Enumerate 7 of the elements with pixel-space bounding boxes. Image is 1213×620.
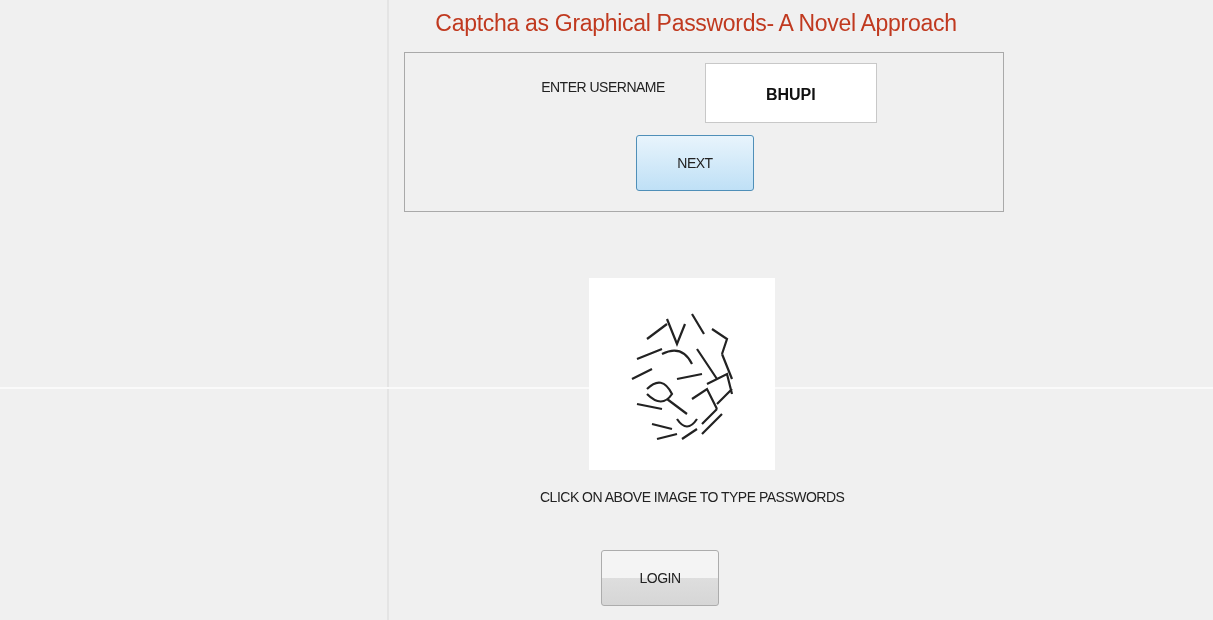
captcha-image[interactable] bbox=[589, 278, 775, 470]
app-title: Captcha as Graphical Passwords- A Novel Approach bbox=[434, 10, 958, 36]
next-button[interactable]: NEXT bbox=[636, 135, 754, 191]
captcha-caption: CLICK ON ABOVE IMAGE TO TYPE PASSWORDS bbox=[540, 489, 846, 505]
login-button[interactable]: LOGIN bbox=[601, 550, 719, 606]
username-label: ENTER USERNAME bbox=[541, 79, 665, 95]
username-field[interactable]: BHUPI bbox=[704, 63, 877, 123]
